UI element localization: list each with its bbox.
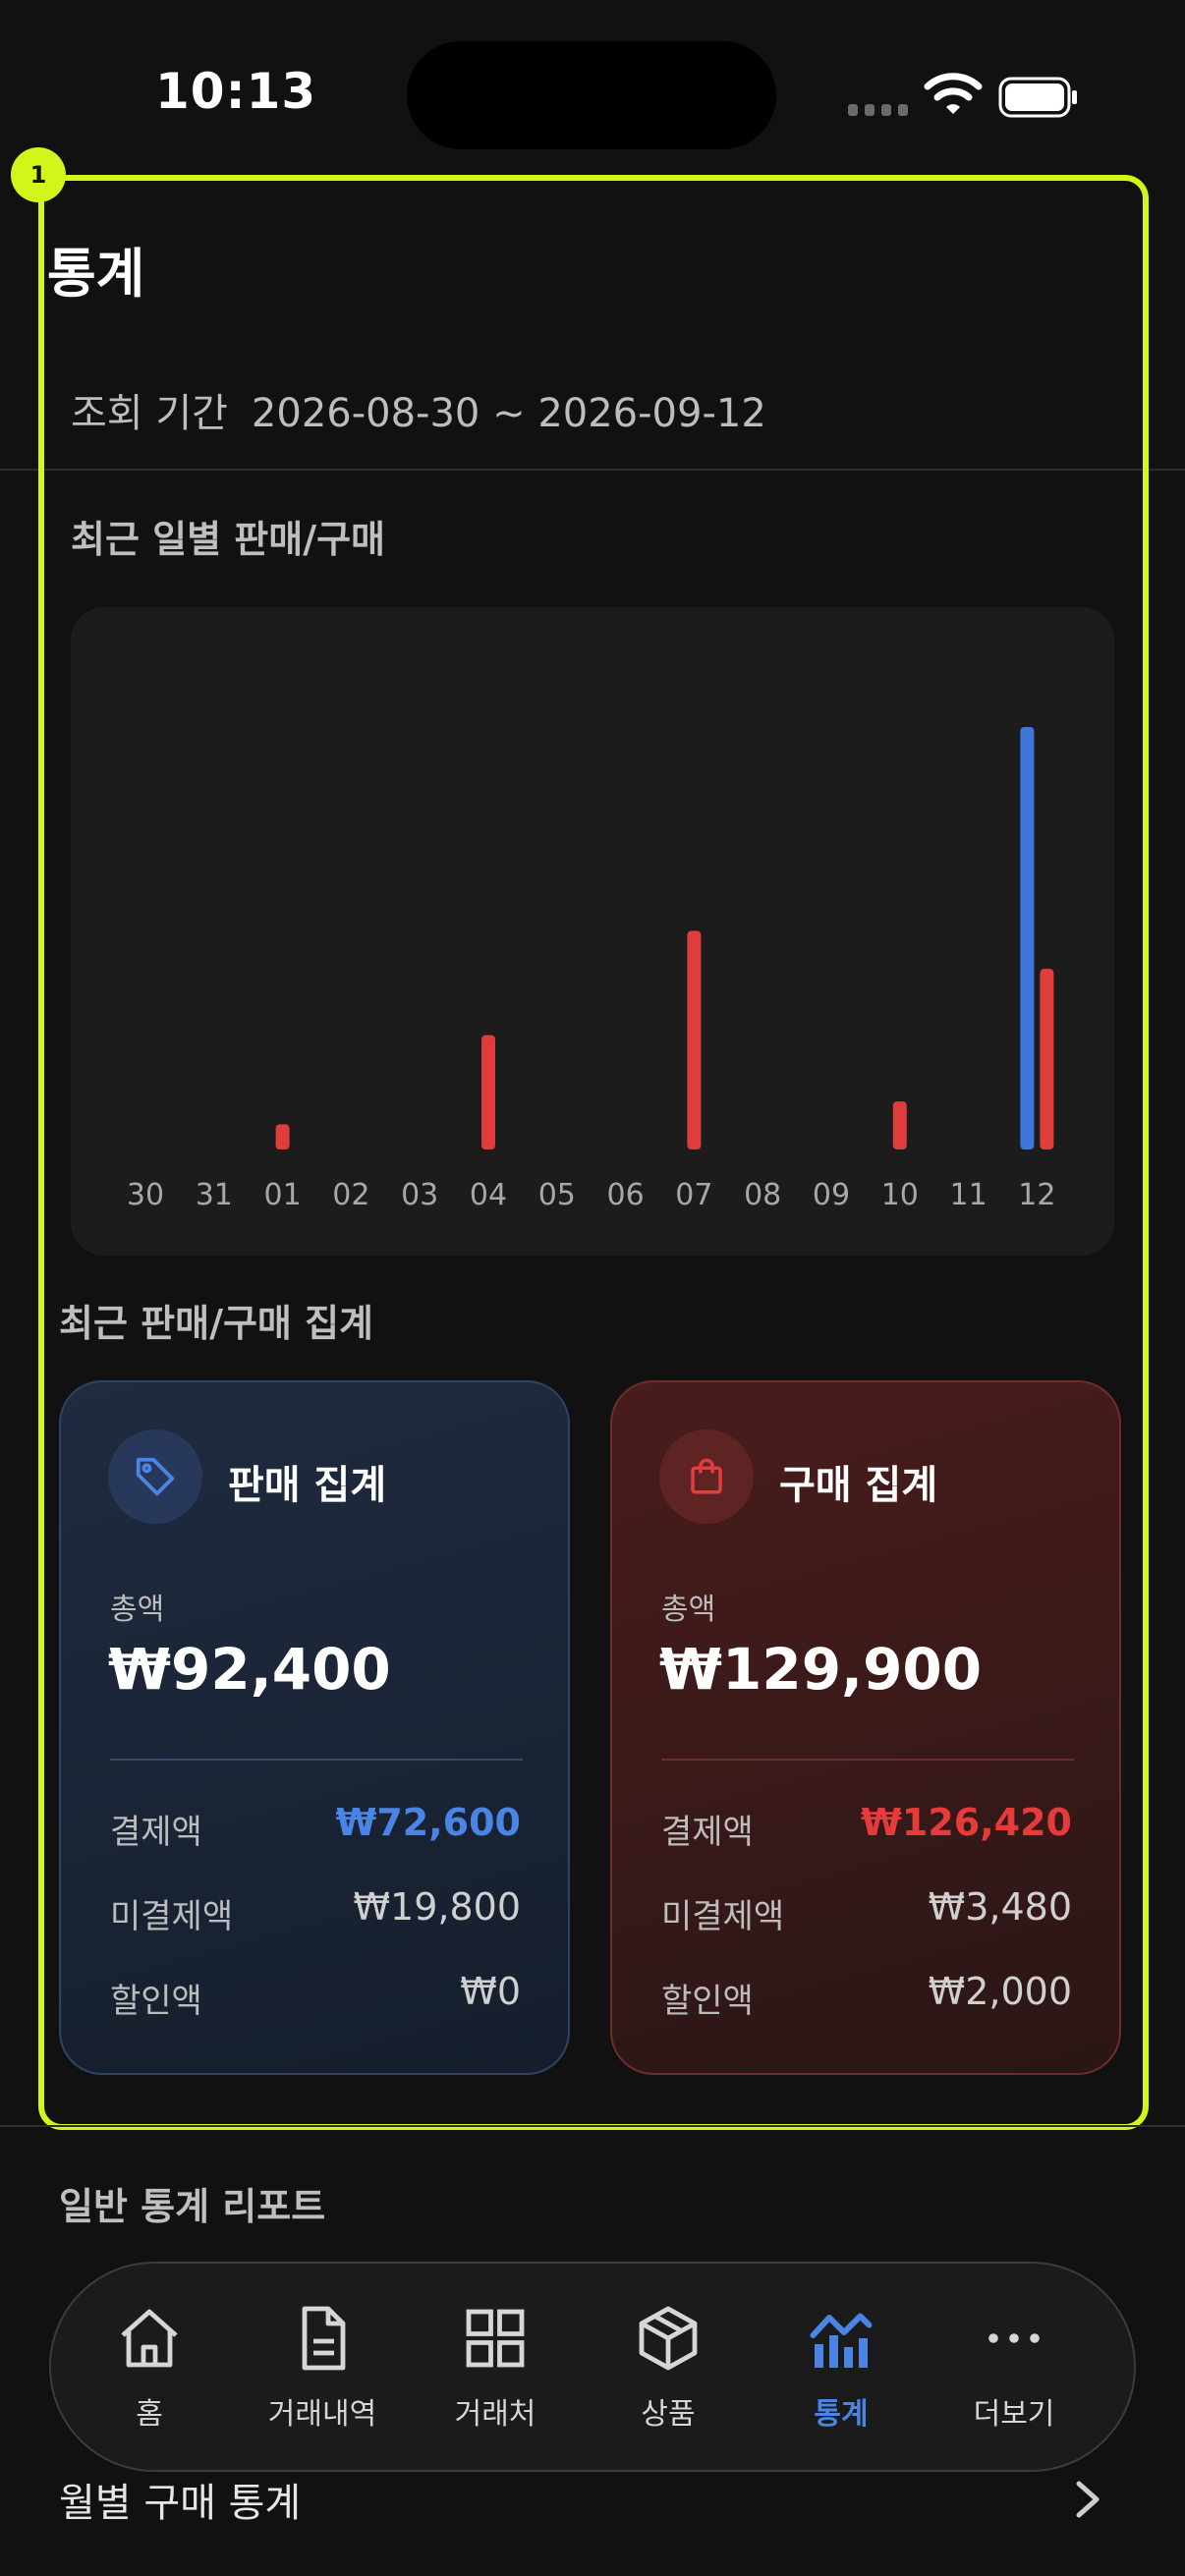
report-divider — [0, 2125, 1185, 2127]
tab-label: 거래처 — [454, 2397, 536, 2432]
report-section-title: 일반 통계 리포트 — [59, 2185, 326, 2228]
monthly-purchase-stats-item[interactable]: 월별 구매 통계 — [59, 2471, 301, 2528]
cellular-signal-icon — [848, 104, 909, 116]
chart-icon — [810, 2313, 873, 2368]
chevron-right-icon[interactable] — [1071, 2478, 1104, 2521]
tab-home[interactable]: 홈 — [61, 2264, 238, 2470]
dynamic-island — [407, 41, 776, 149]
tab-label: 홈 — [136, 2397, 163, 2432]
highlight-box — [38, 175, 1149, 2130]
battery-icon — [998, 77, 1077, 118]
grid-icon — [466, 2309, 525, 2368]
document-icon — [302, 2306, 346, 2371]
tab-products[interactable]: 상품 — [580, 2264, 757, 2470]
bottom-tab-bar: 홈 거래내역 거래처 상품 통계 더보기 — [49, 2262, 1136, 2472]
more-icon — [988, 2333, 1040, 2343]
tab-label: 더보기 — [973, 2397, 1055, 2432]
highlight-badge: 1 — [11, 147, 66, 202]
wifi-icon — [924, 73, 983, 114]
box-icon — [639, 2306, 698, 2371]
tab-partners[interactable]: 거래처 — [407, 2264, 584, 2470]
tab-transactions[interactable]: 거래내역 — [234, 2264, 411, 2470]
tab-statistics[interactable]: 통계 — [753, 2264, 930, 2470]
tab-more[interactable]: 더보기 — [926, 2264, 1102, 2470]
tab-label: 상품 — [641, 2397, 696, 2432]
status-time: 10:13 — [155, 63, 317, 120]
tab-label: 거래내역 — [267, 2397, 377, 2432]
tab-label: 통계 — [814, 2397, 869, 2432]
home-icon — [121, 2309, 178, 2368]
